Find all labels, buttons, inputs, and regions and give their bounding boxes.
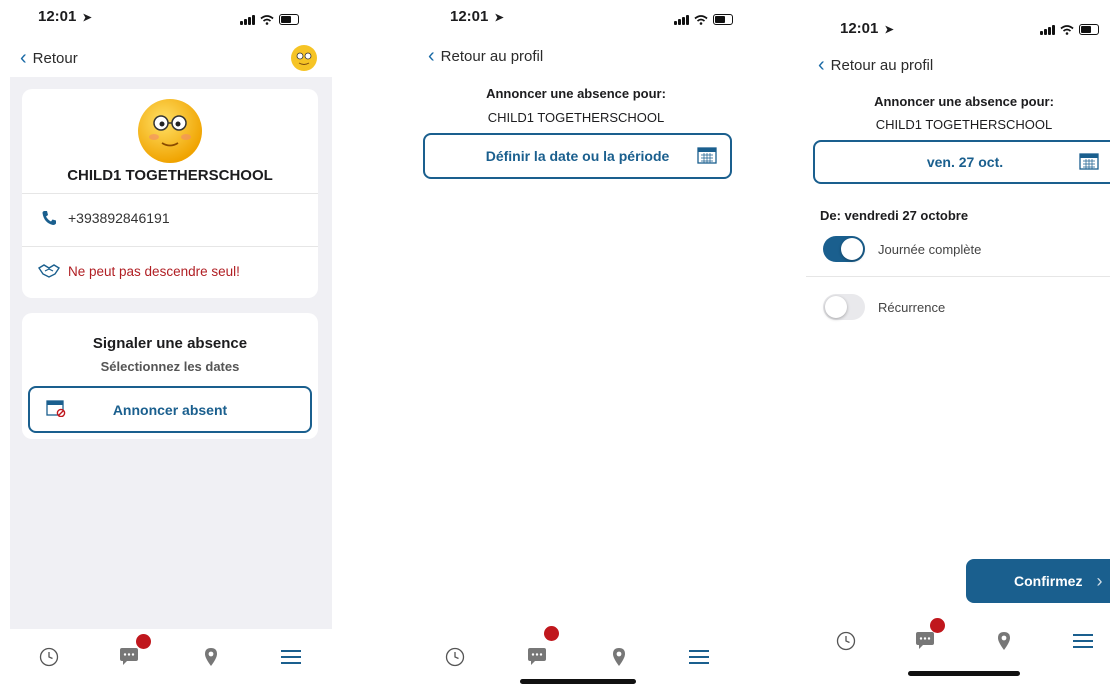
tab-menu[interactable] [684, 642, 714, 672]
heading: Annoncer une absence pour: [486, 86, 666, 101]
back-to-profile-button[interactable]: ‹ Retour au profil [818, 55, 933, 75]
location-pin-icon [998, 632, 1010, 650]
announce-absent-label: Annoncer absent [112, 401, 228, 418]
avatar[interactable] [290, 44, 318, 72]
status-icons [240, 14, 299, 25]
recurrence-label: Récurrence [878, 300, 946, 315]
location-arrow-icon: ➤ [494, 12, 504, 24]
confirm-button[interactable]: Confirmez › [966, 559, 1110, 603]
screen-absence-details: 12:01 ➤ ‹ Retour au profil Annoncer une … [790, 0, 1110, 684]
wifi-icon [260, 15, 274, 25]
clock-icon [445, 647, 465, 667]
divider [22, 246, 318, 247]
pickup-warning: Ne peut pas descendre seul! [38, 263, 240, 279]
clock-icon [39, 647, 59, 667]
tab-menu[interactable] [1068, 626, 1098, 656]
from-date-label: De: vendredi 27 octobre [820, 208, 969, 223]
menu-icon [1073, 634, 1093, 648]
wifi-icon [1060, 25, 1074, 35]
location-pin-icon [205, 648, 217, 666]
heading: Annoncer une absence pour: [874, 94, 1054, 109]
wifi-icon [694, 15, 708, 25]
signal-icon [674, 15, 689, 25]
back-label: Retour [32, 49, 78, 67]
location-arrow-icon: ➤ [884, 24, 894, 36]
back-label: Retour au profil [830, 56, 934, 74]
confirm-label: Confirmez [1014, 573, 1083, 589]
phone-row[interactable]: +393892846191 [40, 209, 170, 227]
battery-icon [713, 14, 733, 25]
menu-icon [689, 650, 709, 664]
profile-content: CHILD1 TOGETHERSCHOOL +393892846191 Ne p… [10, 77, 332, 629]
chat-icon [528, 648, 546, 665]
tab-bar [0, 630, 335, 684]
status-icons [674, 14, 733, 25]
screen-announce-absence: 12:01 ➤ ‹ Retour au profil Annoncer une … [398, 0, 754, 684]
selected-date: ven. 27 oct. [926, 154, 1004, 170]
battery-icon [1079, 24, 1099, 35]
full-day-label: Journée complète [878, 242, 982, 257]
profile-card: CHILD1 TOGETHERSCHOOL +393892846191 Ne p… [22, 89, 318, 298]
home-indicator[interactable] [520, 679, 636, 684]
notification-badge [136, 634, 151, 649]
handshake-icon [38, 264, 60, 278]
tab-location[interactable] [196, 642, 226, 672]
child-avatar [138, 99, 202, 163]
phone-icon [42, 211, 56, 225]
date-button[interactable]: ven. 27 oct. [813, 140, 1110, 184]
calendar-cancel-icon [46, 400, 66, 417]
battery-icon [279, 14, 299, 25]
chevron-left-icon: ‹ [20, 47, 27, 69]
toggle-knob [841, 238, 863, 260]
back-to-profile-button[interactable]: ‹ Retour au profil [428, 46, 543, 66]
phone-number: +393892846191 [68, 210, 170, 226]
tab-bar [398, 626, 754, 684]
warning-text: Ne peut pas descendre seul! [68, 263, 240, 279]
chevron-left-icon: ‹ [818, 54, 825, 76]
location-arrow-icon: ➤ [82, 12, 92, 24]
absence-title: Signaler une absence [92, 335, 248, 352]
child-name: CHILD1 TOGETHERSCHOOL [875, 117, 1053, 132]
set-date-label: Définir la date ou la période [485, 148, 670, 164]
absence-subtitle: Sélectionnez les dates [100, 359, 240, 374]
chat-icon [916, 632, 934, 649]
divider [22, 193, 318, 194]
location-pin-icon [613, 648, 625, 666]
status-time: 12:01 ➤ [38, 8, 92, 25]
tab-messages[interactable] [522, 642, 552, 672]
announce-absent-button[interactable]: Annoncer absent [28, 386, 312, 433]
notification-badge [544, 626, 559, 641]
recurrence-toggle[interactable] [823, 294, 865, 320]
toggle-knob [825, 296, 847, 318]
chevron-left-icon: ‹ [428, 45, 435, 67]
chevron-right-icon: › [1096, 570, 1103, 591]
signal-icon [240, 15, 255, 25]
clock-icon [836, 631, 856, 651]
calendar-icon [1079, 153, 1099, 170]
calendar-icon [697, 147, 717, 164]
status-time: 12:01 ➤ [840, 20, 894, 37]
status-time: 12:01 ➤ [450, 8, 504, 25]
child-name: CHILD1 TOGETHERSCHOOL [487, 110, 665, 125]
screen-child-profile: 12:01 ➤ ‹ Retour CHILD1 TOGETHERSCHOOL +… [0, 0, 335, 684]
set-date-button[interactable]: Définir la date ou la période [423, 133, 732, 179]
menu-icon [281, 650, 301, 664]
tab-history[interactable] [831, 626, 861, 656]
tab-location[interactable] [604, 642, 634, 672]
notification-badge [930, 618, 945, 633]
status-icons [1040, 24, 1099, 35]
tab-location[interactable] [989, 626, 1019, 656]
divider [806, 276, 1110, 277]
back-label: Retour au profil [440, 47, 544, 65]
full-day-toggle[interactable] [823, 236, 865, 262]
child-name: CHILD1 TOGETHERSCHOOL [67, 167, 273, 184]
chat-icon [120, 648, 138, 665]
absence-card: Signaler une absence Sélectionnez les da… [22, 313, 318, 439]
tab-history[interactable] [34, 642, 64, 672]
signal-icon [1040, 25, 1055, 35]
home-indicator[interactable] [908, 671, 1020, 676]
back-button[interactable]: ‹ Retour [20, 48, 78, 68]
tab-history[interactable] [440, 642, 470, 672]
tab-menu[interactable] [276, 642, 306, 672]
